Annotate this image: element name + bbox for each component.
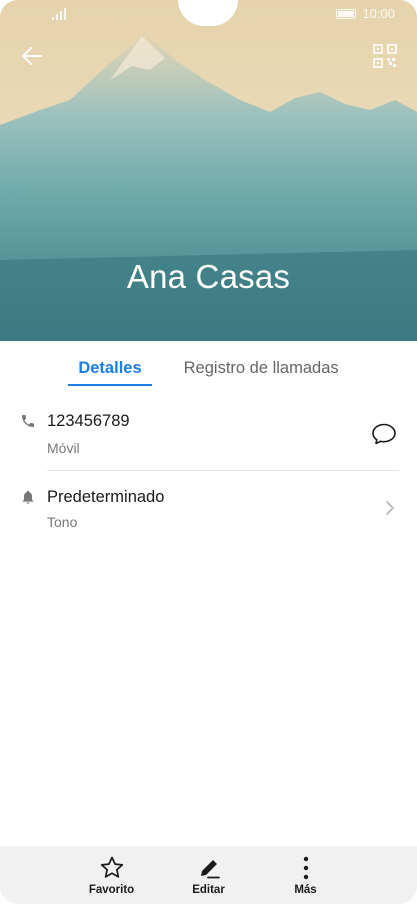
edit-button[interactable]: Editar (160, 846, 257, 904)
status-bar-right: 10:00 (336, 6, 395, 21)
ringtone-value: Predeterminado (47, 488, 165, 506)
favorite-button[interactable]: Favorito (63, 846, 160, 904)
phone-number-row[interactable]: 123456789 Móvil (0, 400, 417, 468)
contact-tabs: Detalles Registro de llamadas (0, 341, 417, 391)
qr-code-icon (373, 44, 397, 68)
phone-number: 123456789 (47, 412, 130, 430)
ringtone-row[interactable]: Predeterminado Tono (0, 476, 417, 540)
star-icon (100, 856, 123, 878)
signal-icon (52, 8, 66, 20)
bottom-action-bar: Favorito Editar Más (0, 846, 417, 904)
ringtone-label: Tono (47, 514, 78, 530)
contact-details-screen: 10:00 Ana Casas Detalles Registro de lla… (0, 0, 417, 904)
send-message-button[interactable] (371, 422, 397, 446)
tab-call-log[interactable]: Registro de llamadas (174, 359, 349, 386)
phone-type: Móvil (47, 440, 80, 456)
phone-icon (22, 415, 34, 427)
bell-icon (22, 490, 34, 504)
arrow-left-icon (22, 47, 42, 65)
more-button[interactable]: Más (257, 846, 354, 904)
qr-code-button[interactable] (373, 44, 397, 68)
pencil-icon (200, 860, 220, 879)
edit-label: Editar (192, 884, 225, 896)
message-icon (372, 423, 396, 445)
tab-details[interactable]: Detalles (68, 359, 152, 386)
row-divider (47, 470, 399, 471)
contact-name: Ana Casas (126, 258, 291, 295)
more-vertical-icon (303, 856, 308, 880)
more-label: Más (294, 884, 317, 896)
contact-header-banner: 10:00 Ana Casas (0, 0, 417, 341)
back-button[interactable] (18, 42, 46, 70)
status-time: 10:00 (362, 6, 395, 21)
favorite-label: Favorito (88, 884, 135, 896)
chevron-right-icon (386, 501, 394, 515)
battery-icon (336, 8, 357, 19)
